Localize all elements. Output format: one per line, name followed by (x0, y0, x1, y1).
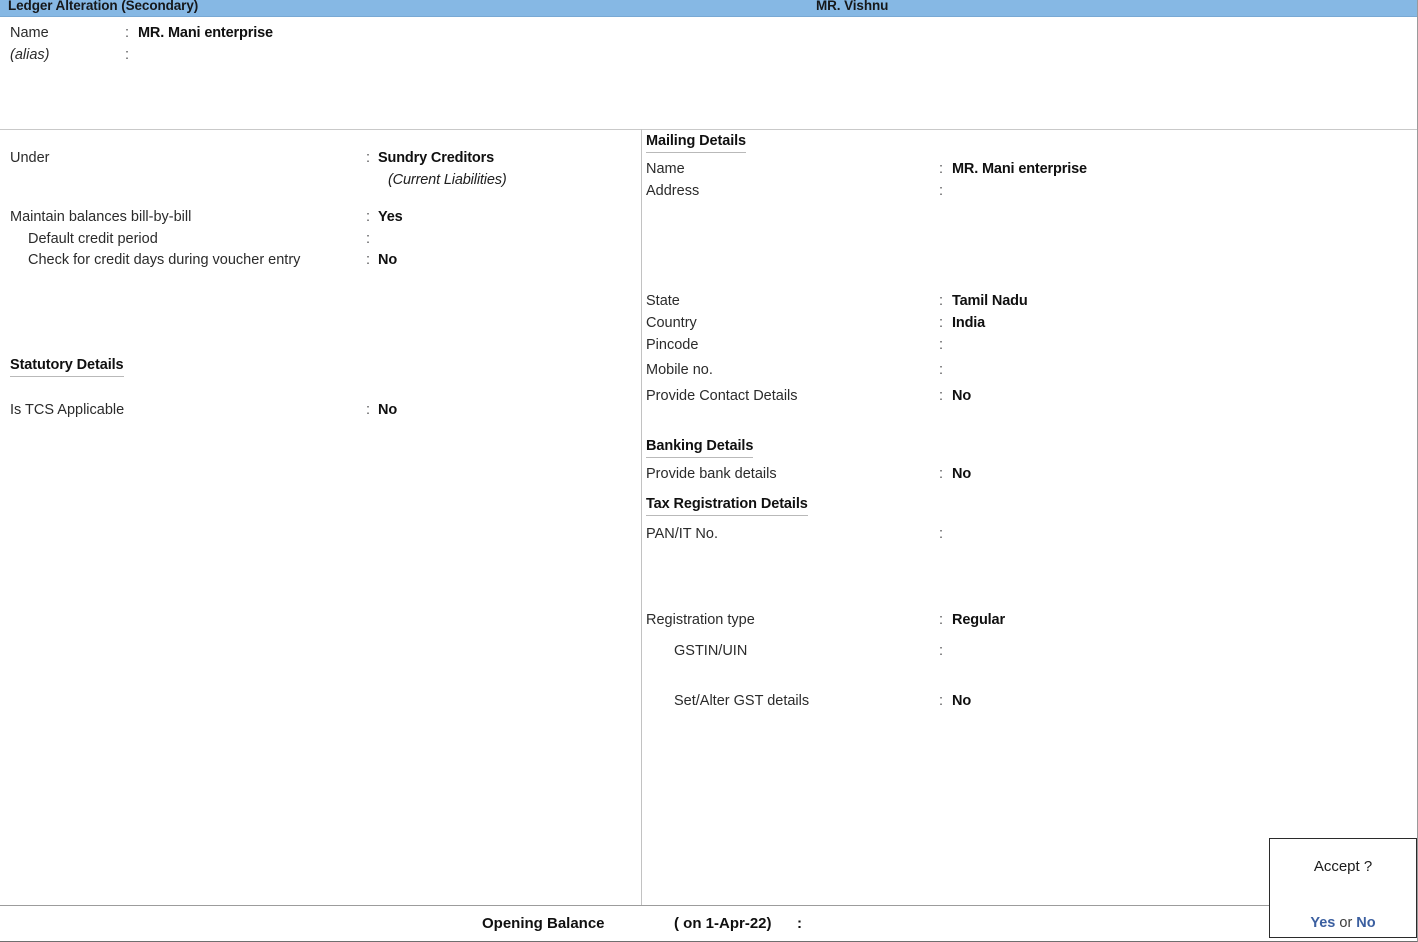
field-bill-by-bill-colon: : (366, 209, 370, 225)
field-pincode-label: Pincode (646, 337, 698, 353)
field-under-value[interactable]: Sundry Creditors (378, 150, 494, 166)
screen-title: Ledger Alteration (Secondary) (8, 0, 198, 13)
field-under-label: Under (10, 150, 50, 166)
field-country-label: Country (646, 315, 697, 331)
field-registration-type-value[interactable]: Regular (952, 612, 1005, 628)
tally-ledger-alteration-screen: Ledger Alteration (Secondary) MR. Vishnu… (0, 0, 1418, 942)
divider-top (0, 129, 1418, 130)
field-mobile-no-colon: : (939, 362, 943, 378)
field-under-colon: : (366, 150, 370, 166)
accept-dialog: Accept ? YesorNo (1269, 838, 1417, 938)
field-state-colon: : (939, 293, 943, 309)
field-gstin-uin-label: GSTIN/UIN (674, 643, 747, 659)
field-registration-type-label: Registration type (646, 612, 755, 628)
field-provide-bank-details-colon: : (939, 466, 943, 482)
field-name-value[interactable]: MR. Mani enterprise (138, 25, 273, 41)
field-name-colon: : (125, 25, 129, 41)
field-check-credit-days-value[interactable]: No (378, 252, 397, 268)
field-provide-bank-details-label: Provide bank details (646, 466, 777, 482)
company-name: MR. Vishnu (816, 0, 888, 13)
field-bill-by-bill-value[interactable]: Yes (378, 209, 403, 225)
field-mailing-name-value[interactable]: MR. Mani enterprise (952, 161, 1087, 177)
field-pan-it-no-label: PAN/IT No. (646, 526, 718, 542)
section-tax-registration-details: Tax Registration Details (646, 496, 808, 516)
field-state-label: State (646, 293, 680, 309)
field-is-tcs-applicable-value[interactable]: No (378, 402, 397, 418)
accept-no-button[interactable]: No (1356, 915, 1375, 931)
field-default-credit-period-colon: : (366, 231, 370, 247)
section-mailing-details: Mailing Details (646, 133, 746, 153)
field-set-alter-gst-details-value[interactable]: No (952, 693, 971, 709)
field-set-alter-gst-details-colon: : (939, 693, 943, 709)
field-state-value[interactable]: Tamil Nadu (952, 293, 1028, 309)
field-mailing-name-label: Name (646, 161, 685, 177)
field-provide-contact-details-value[interactable]: No (952, 388, 971, 404)
accept-dialog-title: Accept ? (1270, 858, 1416, 875)
field-default-credit-period-label: Default credit period (28, 231, 158, 247)
title-bar: Ledger Alteration (Secondary) MR. Vishnu (0, 0, 1418, 17)
accept-yes-button[interactable]: Yes (1310, 915, 1335, 931)
field-country-value[interactable]: India (952, 315, 985, 331)
divider-vertical (641, 129, 642, 905)
field-mobile-no-label: Mobile no. (646, 362, 713, 378)
field-check-credit-days-label: Check for credit days during voucher ent… (28, 252, 300, 268)
opening-balance-date: ( on 1-Apr-22) (674, 915, 772, 932)
field-name-label: Name (10, 25, 49, 41)
field-pan-it-no-colon: : (939, 526, 943, 542)
field-is-tcs-applicable-colon: : (366, 402, 370, 418)
field-provide-contact-details-label: Provide Contact Details (646, 388, 798, 404)
field-is-tcs-applicable-label: Is TCS Applicable (10, 402, 124, 418)
field-provide-contact-details-colon: : (939, 388, 943, 404)
field-address-label: Address (646, 183, 699, 199)
field-alias-colon: : (125, 47, 129, 63)
field-set-alter-gst-details-label: Set/Alter GST details (674, 693, 809, 709)
field-bill-by-bill-label: Maintain balances bill-by-bill (10, 209, 191, 225)
opening-balance-label: Opening Balance (482, 915, 605, 932)
field-pincode-colon: : (939, 337, 943, 353)
accept-dialog-actions: YesorNo (1270, 915, 1416, 931)
field-country-colon: : (939, 315, 943, 331)
field-gstin-uin-colon: : (939, 643, 943, 659)
field-address-colon: : (939, 183, 943, 199)
accept-or-label: or (1335, 915, 1356, 931)
opening-balance-colon: : (797, 915, 802, 932)
field-alias-label: (alias) (10, 47, 49, 63)
field-registration-type-colon: : (939, 612, 943, 628)
field-mailing-name-colon: : (939, 161, 943, 177)
field-provide-bank-details-value[interactable]: No (952, 466, 971, 482)
opening-balance-bar: Opening Balance ( on 1-Apr-22) : (0, 905, 1418, 942)
field-check-credit-days-colon: : (366, 252, 370, 268)
field-under-parent-value: (Current Liabilities) (388, 172, 507, 188)
section-statutory-details: Statutory Details (10, 357, 124, 377)
section-banking-details: Banking Details (646, 438, 753, 458)
